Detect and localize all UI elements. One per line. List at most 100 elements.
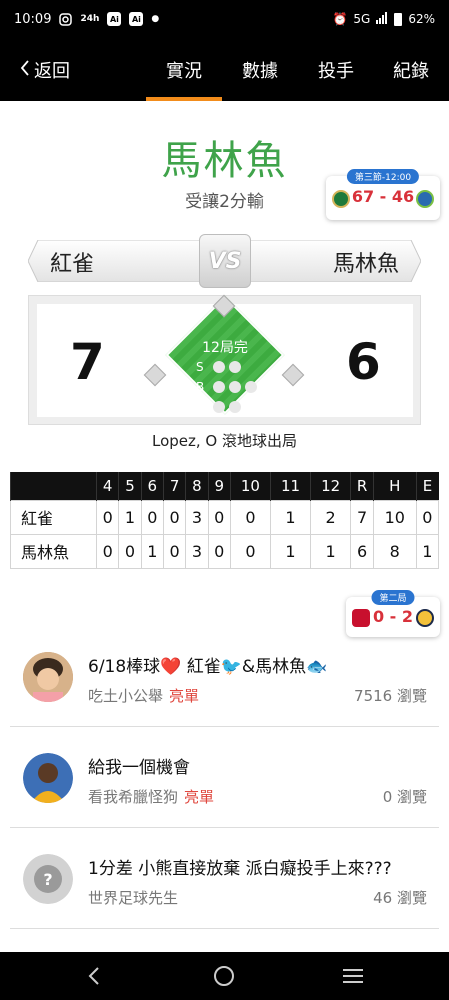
post-views: 46 瀏覽	[373, 889, 427, 907]
battery-level: 62%	[408, 12, 435, 26]
active-tab-indicator	[146, 97, 222, 101]
team-logo-icon	[416, 609, 434, 627]
header-cell: E	[415, 472, 439, 500]
inning-cell: 1	[269, 499, 312, 535]
out-light	[213, 401, 225, 413]
tab-records[interactable]: 紀錄	[393, 57, 429, 83]
tab-stats[interactable]: 數據	[242, 57, 278, 83]
system-nav-bar	[0, 952, 449, 1000]
home-icon[interactable]	[194, 952, 254, 1000]
header-cell	[10, 472, 97, 500]
errors-cell: 0	[415, 499, 440, 535]
inning-cell: 1	[118, 499, 142, 535]
post-title[interactable]: 給我一個機會	[88, 753, 190, 778]
post-title[interactable]: 6/18棒球❤️ 紅雀🐦&馬林魚🐟	[88, 652, 327, 677]
period-badge: 第二局	[371, 590, 415, 605]
status-bar: 10:09 24h Ai Ai ● ⏰ 5G 62%	[0, 0, 449, 38]
list-item[interactable]: 給我一個機會 看我希臘怪狗 亮單 0 瀏覽	[10, 728, 439, 828]
inning-cell: 0	[162, 499, 187, 535]
runs-cell: 7	[350, 499, 374, 535]
strike-light	[229, 361, 241, 373]
battery-icon	[394, 12, 403, 26]
away-team-name: 紅雀	[50, 252, 95, 277]
back-button[interactable]: 返回	[20, 57, 70, 83]
status-time: 10:09	[14, 11, 52, 27]
tab-live[interactable]: 實況	[166, 57, 202, 83]
more-notifications-icon: ●	[151, 14, 160, 24]
post-tag: 亮單	[184, 788, 215, 806]
out-light	[229, 401, 241, 413]
ball-light	[213, 381, 225, 393]
ball-light	[245, 381, 257, 393]
header-cell: R	[350, 472, 374, 500]
hits-cell: 10	[372, 499, 417, 535]
inning-cell: 0	[162, 533, 187, 569]
home-team-name: 馬林魚	[332, 252, 399, 277]
back-label: 返回	[34, 61, 70, 82]
team-cell: 馬林魚	[10, 533, 97, 569]
ai-app-icon-2: Ai	[129, 12, 144, 26]
app-notification-icon: 24h	[80, 14, 100, 24]
live-score-widget[interactable]: 第三節-12:00 67 - 46	[326, 169, 440, 220]
header-cell: 11	[269, 472, 311, 500]
inning-cell: 1	[269, 533, 312, 569]
svg-text:?: ?	[43, 870, 52, 889]
inning-cell: 1	[140, 533, 164, 569]
inning-cell: 0	[207, 499, 231, 535]
system-back-icon[interactable]	[64, 952, 124, 1000]
inning-cell: 0	[95, 499, 120, 535]
table-row: 紅雀 0 1 0 0 3 0 0 1 2 7 10 0	[10, 499, 440, 535]
post-author-name[interactable]: 世界足球先生	[88, 889, 178, 907]
out-label: O	[196, 400, 206, 414]
recent-apps-icon[interactable]	[323, 952, 383, 1000]
errors-cell: 1	[415, 533, 440, 569]
post-views: 7516 瀏覽	[354, 687, 427, 705]
avatar[interactable]	[23, 753, 73, 803]
inning-cell: 0	[207, 533, 231, 569]
header-cell: 7	[162, 472, 186, 500]
network-label: 5G	[353, 12, 371, 26]
inning-cell: 0	[229, 499, 271, 535]
last-play-text: Lopez, O 滾地球出局	[28, 424, 421, 457]
header-cell: 12	[310, 472, 351, 500]
post-author-name[interactable]: 吃土小公舉	[88, 687, 163, 705]
box-score-table: 4 5 6 7 8 9 10 11 12 R H E 紅雀 0 1 0 0 3 …	[10, 472, 440, 569]
inning-status: 12局完	[202, 340, 248, 356]
ball-light	[229, 381, 241, 393]
matchup-bar: 紅雀 馬林魚 VS	[28, 234, 421, 288]
period-badge: 第三節-12:00	[346, 169, 420, 184]
ball-label: B	[196, 380, 205, 394]
header-cell: 9	[207, 472, 231, 500]
strike-light	[213, 361, 225, 373]
inning-cell: 0	[118, 533, 142, 569]
avatar[interactable]: ?	[23, 854, 73, 904]
header-cell: 6	[140, 472, 164, 500]
tab-pitchers[interactable]: 投手	[318, 57, 354, 83]
post-author-name[interactable]: 看我希臘怪狗	[88, 788, 178, 806]
team-cell: 紅雀	[10, 499, 97, 535]
home-score: 6	[346, 333, 381, 391]
inning-cell: 3	[185, 533, 209, 569]
instagram-icon	[59, 12, 73, 26]
team-logo-icon	[416, 190, 434, 208]
box-score-header-row: 4 5 6 7 8 9 10 11 12 R H E	[10, 472, 439, 500]
list-item[interactable]: ? 1分差 小熊直接放棄 派白癡投手上來??? 世界足球先生 46 瀏覽	[10, 829, 439, 929]
top-nav-bar: 返回 實況 數據 投手 紀錄	[0, 38, 449, 101]
inning-cell: 1	[310, 533, 352, 569]
inning-cell: 0	[140, 499, 164, 535]
runs-cell: 6	[350, 533, 374, 569]
post-meta: 世界足球先生	[88, 887, 184, 908]
post-meta: 吃土小公舉 亮單	[88, 685, 199, 706]
hits-cell: 8	[372, 533, 417, 569]
post-title[interactable]: 1分差 小熊直接放棄 派白癡投手上來???	[88, 854, 392, 879]
header-cell: 10	[229, 472, 271, 500]
list-item[interactable]: 6/18棒球❤️ 紅雀🐦&馬林魚🐟 吃土小公舉 亮單 7516 瀏覽	[10, 627, 439, 727]
ai-app-icon: Ai	[107, 12, 122, 26]
inning-cell: 0	[95, 533, 120, 569]
header-cell: 5	[118, 472, 142, 500]
avatar[interactable]	[23, 652, 73, 702]
signal-icon	[376, 11, 388, 27]
inning-cell: 2	[310, 499, 352, 535]
post-meta: 看我希臘怪狗 亮單	[88, 786, 214, 807]
header-cell: 8	[185, 472, 209, 500]
